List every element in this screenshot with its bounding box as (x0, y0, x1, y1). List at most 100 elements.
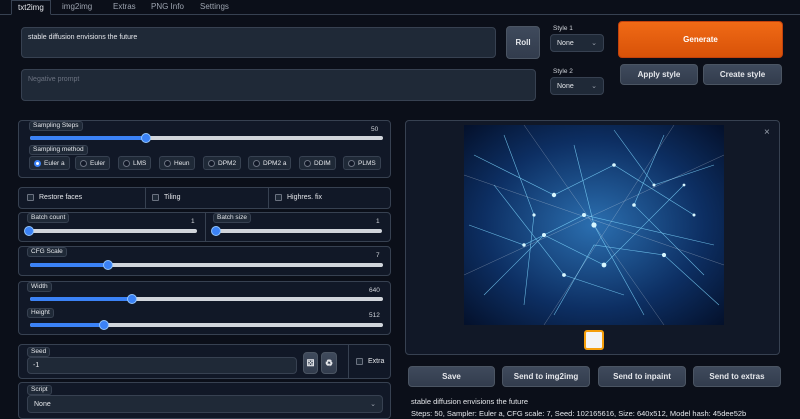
slider-fill (30, 263, 108, 267)
cfg-scale-slider[interactable] (30, 260, 383, 270)
slider-thumb[interactable] (24, 226, 34, 236)
radio-dot (304, 159, 311, 167)
width-value: 640 (369, 287, 380, 294)
tiling-checkbox[interactable]: Tiling (152, 194, 180, 201)
generate-button[interactable]: Generate (618, 21, 783, 58)
checkbox-box[interactable] (27, 194, 34, 201)
slider-thumb[interactable] (102, 260, 113, 270)
checkbox-label: Tiling (164, 194, 181, 201)
generated-image[interactable] (464, 125, 724, 325)
radio-ddim[interactable]: DDIM (299, 156, 336, 170)
sampling-method-group: Euler a Euler LMS Heun DPM2 DPM2 a DDIM … (29, 156, 389, 172)
close-icon[interactable]: × (764, 127, 770, 138)
roll-button[interactable]: Roll (506, 26, 540, 59)
dice-icon[interactable]: ⚄ (303, 352, 318, 374)
sampling-method-label: Sampling method (29, 145, 88, 155)
slider-fill (30, 297, 133, 301)
tab-img2img[interactable]: img2img (62, 0, 92, 15)
output-info-text: Steps: 50, Sampler: Euler a, CFG scale: … (411, 409, 747, 418)
checkbox-box[interactable] (152, 194, 159, 201)
checkbox-box[interactable] (356, 358, 363, 365)
script-label: Script (27, 385, 52, 395)
radio-label: Euler (90, 159, 106, 167)
tab-bar: txt2img img2img Extras PNG Info Settings (0, 0, 800, 15)
slider-thumb[interactable] (127, 294, 138, 304)
radio-dot (80, 159, 87, 167)
seed-input[interactable]: -1 (27, 357, 297, 374)
sampling-steps-value: 50 (371, 126, 379, 133)
radio-label: DDIM (314, 159, 331, 167)
radio-plms[interactable]: PLMS (343, 156, 381, 170)
style2-value: None (557, 82, 574, 90)
height-label: Height (27, 308, 54, 318)
radio-euler[interactable]: Euler (75, 156, 111, 170)
script-select[interactable]: None ⌄ (27, 395, 383, 413)
negative-prompt-input[interactable]: Negative prompt (21, 69, 536, 101)
style1-value: None (557, 39, 574, 47)
width-label: Width (27, 282, 52, 292)
output-gallery: × (405, 120, 780, 355)
radio-label: LMS (133, 159, 147, 167)
radio-label: DPM2 (218, 159, 237, 167)
checkbox-label: Highres. fix (287, 194, 323, 201)
gallery-thumbnail[interactable] (584, 330, 604, 350)
restore-faces-checkbox[interactable]: Restore faces (27, 194, 82, 201)
height-value: 512 (369, 312, 380, 319)
slider-thumb[interactable] (211, 226, 221, 236)
checkbox-box[interactable] (275, 194, 282, 201)
slider-thumb[interactable] (99, 320, 110, 330)
batch-count-slider[interactable] (24, 226, 197, 236)
output-prompt-text: stable diffusion envisions the future (411, 397, 529, 406)
batch-size-label: Batch size (213, 213, 251, 223)
batch-size-slider[interactable] (211, 226, 382, 236)
seed-panel: Seed -1 ⚄ ♻ Extra (18, 344, 391, 379)
highres-fix-checkbox[interactable]: Highres. fix (275, 194, 322, 201)
extra-checkbox[interactable]: Extra (356, 358, 384, 365)
sampling-panel: Sampling Steps 50 Sampling method Euler … (18, 120, 391, 178)
batch-panel: Batch count 1 Batch size 1 (18, 212, 391, 242)
radio-label: Euler a (44, 159, 65, 167)
radio-dot (208, 159, 215, 167)
style2-select[interactable]: None ⌄ (550, 77, 604, 95)
slider-thumb[interactable] (141, 133, 152, 143)
batch-size-value: 1 (376, 218, 380, 225)
send-to-img2img-button[interactable]: Send to img2img (502, 366, 590, 387)
cfg-panel: CFG Scale 7 (18, 246, 391, 276)
radio-dot (34, 159, 41, 167)
radio-heun[interactable]: Heun (159, 156, 195, 170)
tab-extras[interactable]: Extras (113, 0, 136, 15)
send-to-extras-button[interactable]: Send to extras (693, 366, 781, 387)
width-slider[interactable] (30, 294, 383, 304)
tab-png-info[interactable]: PNG Info (151, 0, 184, 15)
tab-txt2img[interactable]: txt2img (11, 0, 51, 15)
chevron-down-icon: ⌄ (591, 83, 597, 90)
divider (348, 345, 349, 378)
prompt-input[interactable]: stable diffusion envisions the future (21, 27, 496, 58)
save-button[interactable]: Save (408, 366, 495, 387)
height-slider[interactable] (30, 320, 383, 330)
create-style-button[interactable]: Create style (703, 64, 782, 85)
cfg-scale-label: CFG Scale (27, 247, 67, 257)
radio-dot (348, 159, 355, 167)
radio-dpm2-a[interactable]: DPM2 a (248, 156, 292, 170)
radio-label: Heun (174, 159, 190, 167)
tab-settings[interactable]: Settings (200, 0, 229, 15)
send-to-inpaint-button[interactable]: Send to inpaint (598, 366, 686, 387)
cfg-scale-value: 7 (376, 252, 380, 259)
style1-select[interactable]: None ⌄ (550, 34, 604, 52)
radio-lms[interactable]: LMS (118, 156, 152, 170)
radio-label: DPM2 a (263, 159, 287, 167)
radio-dpm2[interactable]: DPM2 (203, 156, 242, 170)
recycle-icon[interactable]: ♻ (321, 352, 337, 374)
sampling-steps-slider[interactable] (30, 133, 383, 143)
radio-dot (123, 159, 130, 167)
radio-dot (164, 159, 171, 167)
dimensions-panel: Width 640 Height 512 (18, 281, 391, 335)
script-panel: Script None ⌄ (18, 382, 391, 419)
chevron-down-icon: ⌄ (370, 401, 376, 408)
radio-euler-a[interactable]: Euler a (29, 156, 70, 170)
apply-style-button[interactable]: Apply style (620, 64, 698, 85)
chevron-down-icon: ⌄ (591, 40, 597, 47)
options-panel: Restore faces Tiling Highres. fix (18, 187, 391, 209)
slider-fill (30, 136, 147, 140)
